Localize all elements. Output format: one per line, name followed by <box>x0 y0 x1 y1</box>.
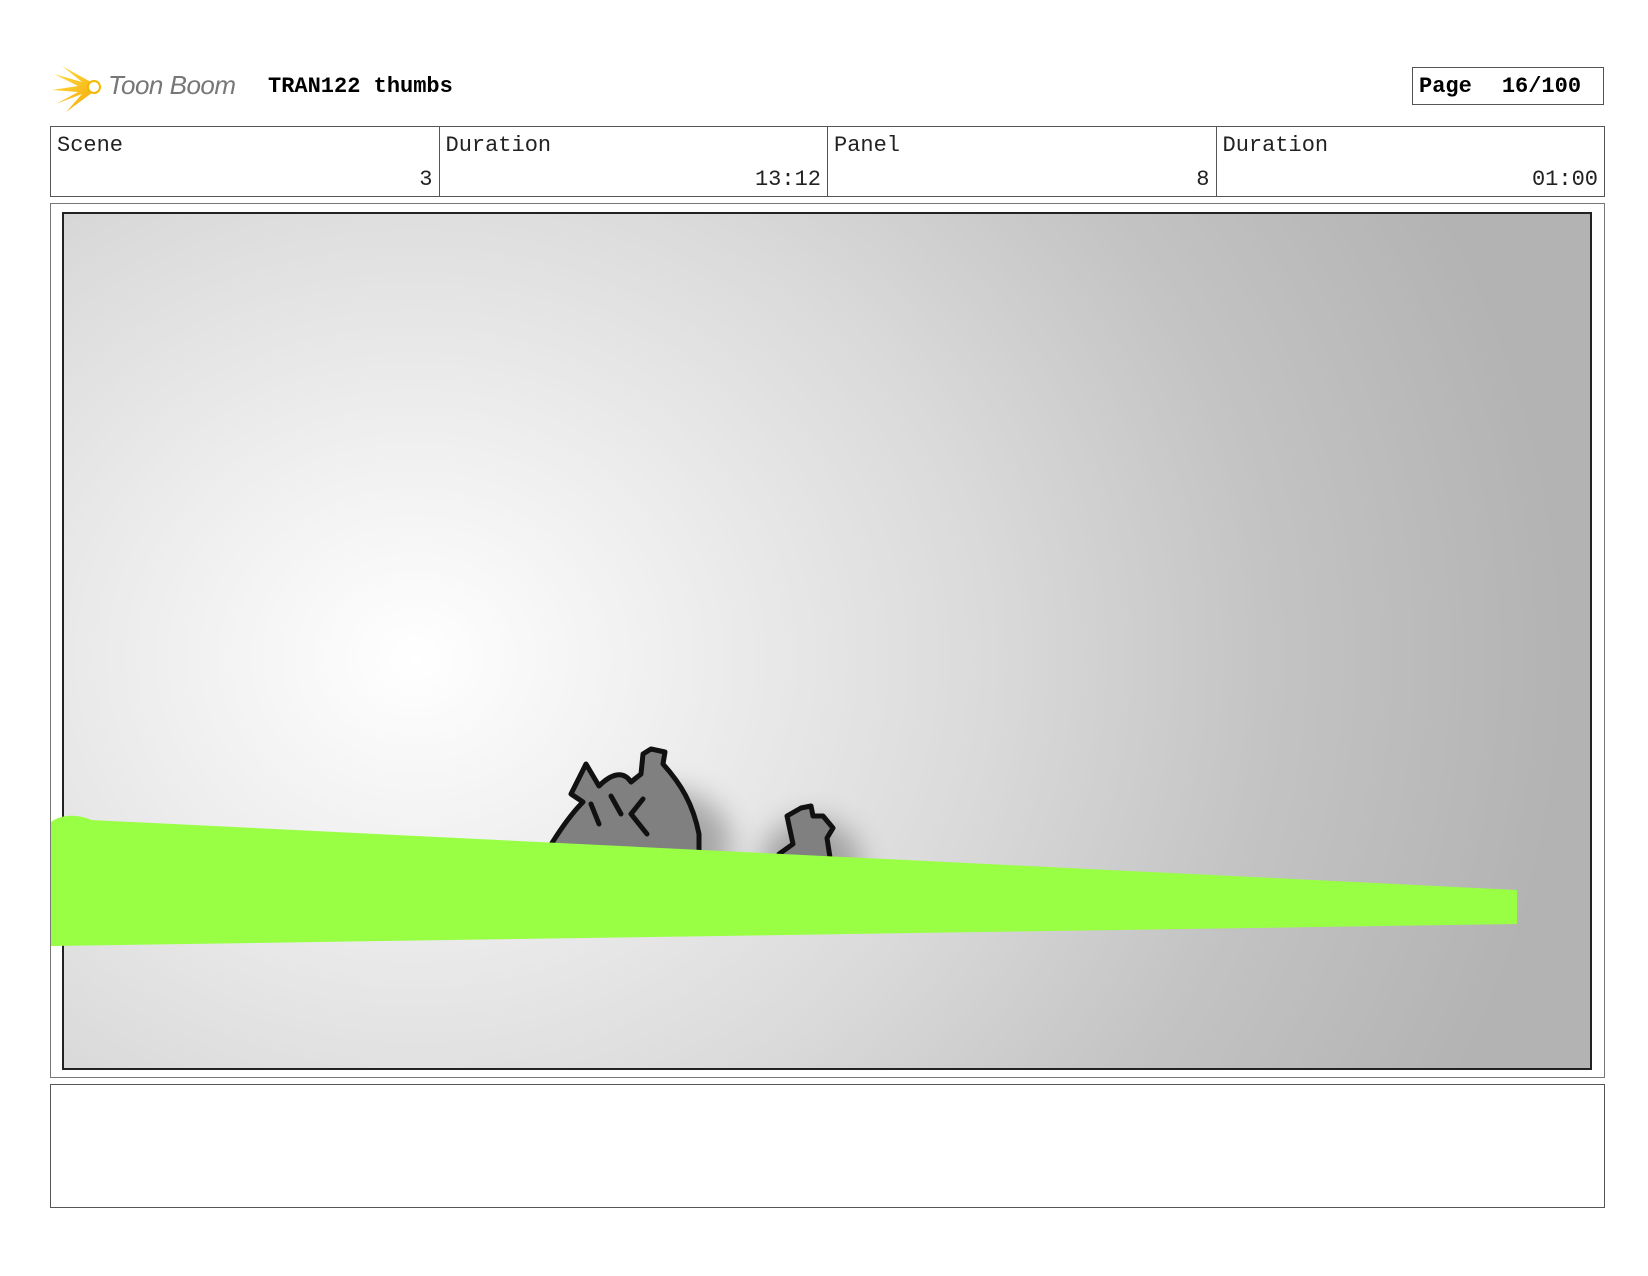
project-title: TRAN122 thumbs <box>268 74 453 99</box>
storyboard-panel <box>50 203 1605 1078</box>
panel-duration-label: Duration <box>1222 133 1329 158</box>
panel-duration-value: 01:00 <box>1531 167 1598 192</box>
panel-notes-box <box>50 1084 1605 1208</box>
panel-value: 8 <box>1196 167 1210 192</box>
starburst-icon <box>52 66 101 112</box>
page-label: Page <box>1419 73 1472 99</box>
scene-label: Scene <box>57 133 124 158</box>
scene-value: 3 <box>419 167 433 192</box>
page-indicator: Page 16/100 <box>1412 67 1604 105</box>
panel-cell: Panel 8 <box>828 127 1217 196</box>
logo-text: Toon Boom <box>108 70 236 100</box>
page-value: 16/100 <box>1501 73 1582 99</box>
panel-duration-cell: Duration 01:00 <box>1217 127 1605 196</box>
scene-cell: Scene 3 <box>51 127 440 196</box>
scene-duration-label: Duration <box>445 133 552 158</box>
scene-info-table: Scene 3 Duration 13:12 Panel 8 Duration … <box>50 126 1605 197</box>
scene-duration-cell: Duration 13:12 <box>440 127 828 196</box>
panel-artwork <box>51 746 1517 946</box>
toon-boom-logo: Toon Boom <box>52 60 252 114</box>
scene-duration-value: 13:12 <box>754 167 821 192</box>
panel-label: Panel <box>834 133 901 158</box>
